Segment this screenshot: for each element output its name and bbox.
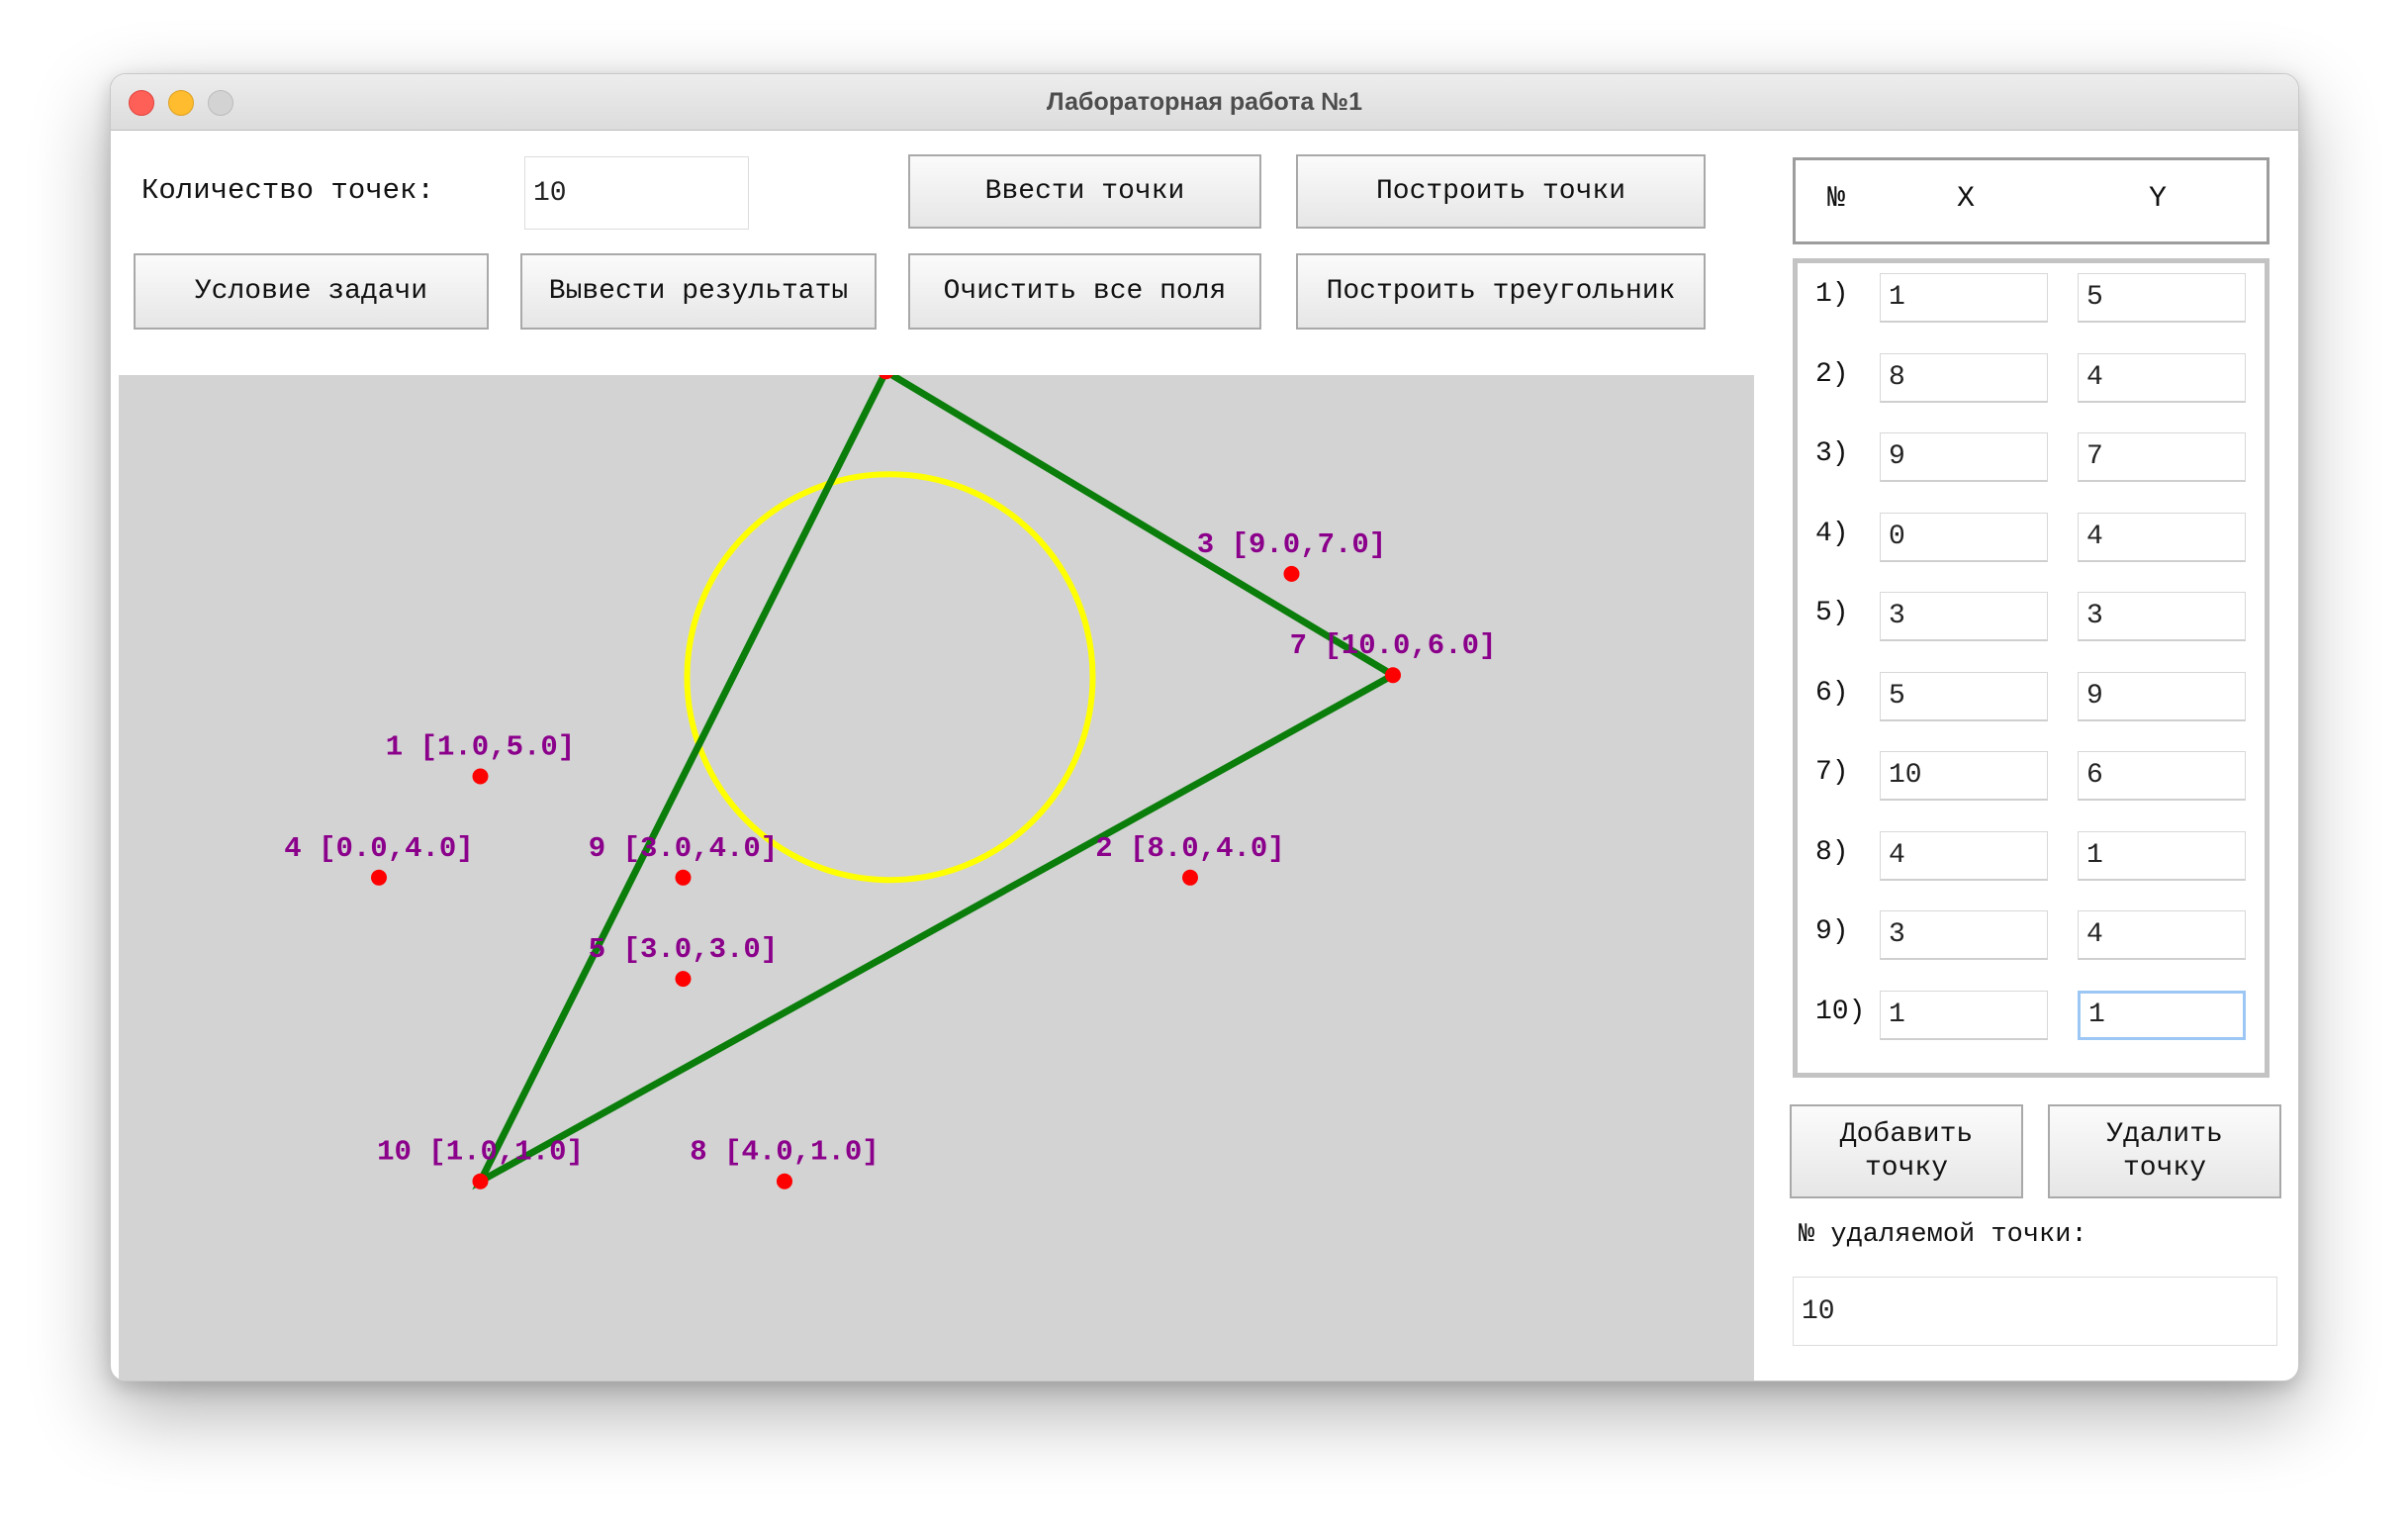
window-title: Лабораторная работа №1: [1046, 88, 1363, 116]
x-input[interactable]: 8: [1880, 352, 2048, 403]
y-input[interactable]: 3: [2078, 592, 2246, 641]
row-number: 10): [1815, 996, 1866, 1027]
x-input[interactable]: 9: [1880, 432, 2048, 482]
point-marker: [675, 869, 692, 886]
y-input[interactable]: 4: [2078, 512, 2246, 562]
header-y: Y: [2149, 182, 2168, 216]
delete-point-button[interactable]: Удалить точку: [2048, 1104, 2281, 1198]
point-count-label: Количество точек:: [141, 174, 434, 207]
add-point-button[interactable]: Добавить точку: [1790, 1104, 2023, 1198]
task-condition-button[interactable]: Условие задачи: [134, 253, 489, 330]
plot-canvas: 1 [1.0,5.0] 2 [8.0,4.0] 3 [9.0,7.0] 4 [0.0,…: [119, 326, 1754, 1381]
y-input[interactable]: 7: [2078, 432, 2246, 482]
y-input[interactable]: 1: [2078, 830, 2246, 881]
y-input[interactable]: 4: [2078, 352, 2246, 403]
inscribed-circle: [684, 471, 1096, 884]
point-label: 7 [10.0,6.0]: [1290, 629, 1497, 662]
delete-point-input[interactable]: 10: [1793, 1277, 2277, 1346]
point-marker: [472, 768, 489, 785]
point-marker: [371, 869, 387, 886]
delete-point-label: № удаляемой точки:: [1799, 1220, 2087, 1250]
row-number: 2): [1815, 358, 1849, 390]
point-count-input[interactable]: 10: [524, 156, 749, 230]
plot-svg: 1 [1.0,5.0] 2 [8.0,4.0] 3 [9.0,7.0] 4 [0.0,…: [284, 326, 1497, 1191]
show-results-button[interactable]: Вывести результаты: [520, 253, 877, 330]
build-triangle-button[interactable]: Построить треугольник: [1296, 253, 1706, 330]
row-number: 7): [1815, 757, 1849, 788]
y-input[interactable]: 4: [2078, 910, 2246, 960]
point-label: 8 [4.0,1.0]: [690, 1136, 879, 1169]
clear-fields-button[interactable]: Очистить все поля: [908, 253, 1261, 330]
plot-points-button[interactable]: Построить точки: [1296, 154, 1706, 229]
point-marker: [675, 971, 692, 988]
row-number: 8): [1815, 836, 1849, 868]
points-table[interactable]: 1) 1 5 2) 8 4 3) 9 7 4) 0 4 5) 3 3 6) 5 9 7) 10 6 8) 4 1 9) 3 4 10)…: [1793, 258, 2269, 1078]
point-label: 9 [3.0,4.0]: [589, 832, 778, 865]
x-input[interactable]: 5: [1880, 671, 2048, 721]
x-input[interactable]: 0: [1880, 512, 2048, 562]
point-marker: [1283, 565, 1300, 582]
point-label: 10 [1.0,1.0]: [377, 1136, 584, 1169]
row-number: 6): [1815, 677, 1849, 709]
row-number: 4): [1815, 518, 1849, 549]
y-input[interactable]: 6: [2078, 751, 2246, 801]
point-marker: [1385, 667, 1401, 684]
row-number: 3): [1815, 438, 1849, 469]
point-label: 1 [1.0,5.0]: [386, 731, 575, 764]
y-input[interactable]: 1: [2078, 990, 2246, 1040]
row-number: 9): [1815, 916, 1849, 947]
point-label: 5 [3.0,3.0]: [589, 933, 778, 966]
header-number: №: [1827, 182, 1846, 216]
header-x: X: [1957, 182, 1976, 216]
points-table-header: № X Y: [1793, 157, 2269, 244]
y-input[interactable]: 9: [2078, 671, 2246, 721]
app-window: Лабораторная работа №1 Количество точек:…: [110, 73, 2299, 1381]
row-number: 5): [1815, 598, 1849, 628]
x-input[interactable]: 3: [1880, 592, 2048, 641]
triangle: [472, 366, 1401, 1191]
row-number: 1): [1815, 279, 1849, 310]
x-input[interactable]: 4: [1880, 830, 2048, 881]
x-input[interactable]: 1: [1880, 990, 2048, 1040]
x-input[interactable]: 10: [1880, 751, 2048, 801]
enter-points-button[interactable]: Ввести точки: [908, 154, 1261, 229]
y-input[interactable]: 5: [2078, 273, 2246, 323]
point-label: 3 [9.0,7.0]: [1197, 528, 1386, 561]
point-marker: [472, 1173, 489, 1190]
point-label: 2 [8.0,4.0]: [1095, 832, 1284, 865]
x-input[interactable]: 3: [1880, 910, 2048, 960]
title-bar: Лабораторная работа №1: [111, 74, 2298, 131]
point-marker: [1182, 869, 1198, 886]
point-marker: [777, 1173, 792, 1190]
point-label: 4 [0.0,4.0]: [284, 832, 473, 865]
x-input[interactable]: 1: [1880, 273, 2048, 323]
